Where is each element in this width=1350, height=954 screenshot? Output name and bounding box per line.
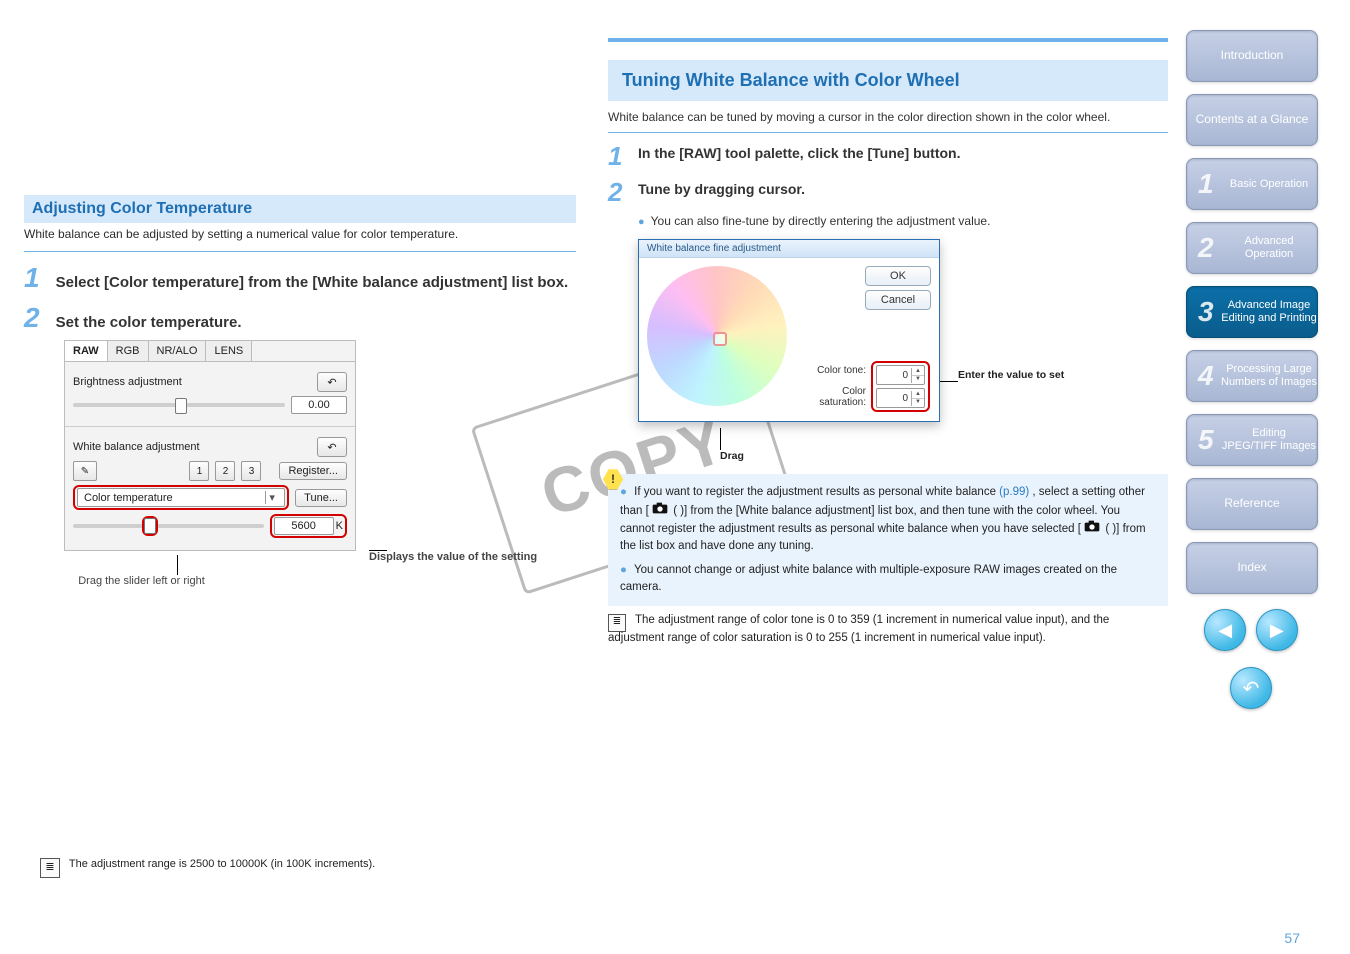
nav-index[interactable]: Index bbox=[1186, 542, 1318, 594]
nav-introduction[interactable]: Introduction bbox=[1186, 30, 1318, 82]
spinner-arrows[interactable]: ▲▼ bbox=[911, 368, 924, 383]
color-temp-slider[interactable] bbox=[73, 524, 264, 528]
step-1-text: Select [Color temperature] from the [Whi… bbox=[56, 274, 569, 291]
step-2-text: Set the color temperature. bbox=[56, 314, 242, 331]
undo-icon: ↶ bbox=[327, 376, 336, 389]
callout-slider: Drag the slider left or right bbox=[64, 575, 219, 587]
note-icon: ≣ bbox=[40, 858, 60, 878]
warning-icon: ! bbox=[602, 468, 622, 488]
tip-text-right: The adjustment range of color tone is 0 … bbox=[608, 614, 1109, 644]
nav-label: Index bbox=[1237, 561, 1266, 575]
callout-drag: Drag bbox=[720, 450, 744, 462]
tip-note-right: ≣ The adjustment range of color tone is … bbox=[608, 614, 1168, 644]
temp-unit: K bbox=[336, 520, 343, 532]
tab-rgb[interactable]: RGB bbox=[108, 341, 149, 361]
triangle-left-icon: ◀ bbox=[1218, 620, 1232, 641]
register-button[interactable]: Register... bbox=[279, 462, 347, 480]
step-number-2: 2 bbox=[24, 302, 52, 334]
triangle-right-icon: ▶ bbox=[1270, 620, 1284, 641]
slider-thumb[interactable] bbox=[144, 518, 156, 534]
nav-label: Reference bbox=[1224, 497, 1279, 511]
note-icon: ≣ bbox=[608, 614, 626, 632]
brightness-label: Brightness adjustment bbox=[73, 376, 311, 388]
tab-nralo[interactable]: NR/ALO bbox=[149, 341, 207, 361]
next-page-button[interactable]: ▶ bbox=[1256, 609, 1298, 651]
ok-button[interactable]: OK bbox=[865, 266, 931, 286]
section-heading-color-temp: Adjusting Color Temperature bbox=[24, 195, 576, 223]
section-intro: White balance can be tuned by moving a c… bbox=[608, 109, 1168, 126]
wb-preset-2[interactable]: 2 bbox=[215, 461, 235, 481]
prev-page-button[interactable]: ◀ bbox=[1204, 609, 1246, 651]
nav-contents[interactable]: Contents at a Glance bbox=[1186, 94, 1318, 146]
brightness-slider[interactable] bbox=[73, 403, 285, 407]
wb-dropdown[interactable]: Color temperature ▾ bbox=[77, 488, 285, 507]
nav-label: Introduction bbox=[1221, 49, 1284, 63]
caution-panel: ! ● If you want to register the adjustme… bbox=[608, 474, 1168, 606]
step-number-2: 2 bbox=[608, 177, 638, 208]
tab-raw[interactable]: RAW bbox=[65, 341, 108, 361]
callout-enter-title: Enter the value to set bbox=[958, 369, 1148, 381]
wb-fine-adjust-dialog: White balance fine adjustment OK Cancel … bbox=[638, 239, 940, 422]
tune-button[interactable]: Tune... bbox=[295, 489, 347, 507]
wb-preset-1[interactable]: 1 bbox=[189, 461, 209, 481]
tool-palette: RAW RGB NR/ALO LENS Brightness adjustmen… bbox=[64, 340, 356, 551]
page-link-99[interactable]: (p.99) bbox=[999, 486, 1029, 498]
nav-label: Contents at a Glance bbox=[1196, 113, 1309, 127]
brightness-reset-button[interactable]: ↶ bbox=[317, 372, 347, 392]
divider bbox=[608, 132, 1168, 133]
tab-lens[interactable]: LENS bbox=[206, 341, 252, 361]
undo-icon: ↶ bbox=[327, 441, 336, 454]
dialog-title: White balance fine adjustment bbox=[639, 240, 939, 258]
eyedropper-icon: ✎ bbox=[81, 466, 89, 477]
color-temp-value[interactable]: 5600 bbox=[274, 517, 334, 535]
color-tone-input[interactable]: 0▲▼ bbox=[876, 365, 925, 385]
chevron-down-icon: ▾ bbox=[265, 491, 278, 504]
spinner-arrows[interactable]: ▲▼ bbox=[911, 391, 924, 406]
section-heading-color-wheel: Tuning White Balance with Color Wheel bbox=[608, 60, 1168, 101]
nav-chapter-4[interactable]: 4Processing Large Numbers of Images bbox=[1186, 350, 1318, 402]
nav-chapter-5[interactable]: 5EditingJPEG/TIFF Images bbox=[1186, 414, 1318, 466]
section-description: White balance can be adjusted by setting… bbox=[24, 227, 576, 241]
eyedropper-button[interactable]: ✎ bbox=[73, 461, 97, 481]
step2-note: You can also fine-tune by directly enter… bbox=[651, 214, 991, 228]
color-saturation-input[interactable]: 0▲▼ bbox=[876, 388, 925, 408]
caution-line2: You cannot change or adjust white balanc… bbox=[620, 564, 1117, 593]
callout-value-title: Displays the value of the setting bbox=[369, 551, 569, 563]
color-sat-label: Color saturation: bbox=[795, 380, 870, 413]
back-button[interactable]: ↶ bbox=[1230, 667, 1272, 709]
color-sat-value: 0 bbox=[877, 393, 911, 404]
nav-chapter-2[interactable]: 2Advanced Operation bbox=[1186, 222, 1318, 274]
page-number: 57 bbox=[1284, 930, 1300, 946]
step-2-text: Tune by dragging cursor. bbox=[638, 177, 805, 208]
divider bbox=[24, 251, 576, 252]
slider-thumb[interactable] bbox=[175, 398, 187, 414]
wb-preset-3[interactable]: 3 bbox=[241, 461, 261, 481]
bullet-icon bbox=[638, 214, 651, 228]
color-tone-value: 0 bbox=[877, 370, 911, 381]
wb-reset-button[interactable]: ↶ bbox=[317, 437, 347, 457]
color-wheel[interactable] bbox=[647, 266, 787, 406]
color-tone-label: Color tone: bbox=[795, 360, 870, 380]
wb-label: White balance adjustment bbox=[73, 441, 311, 453]
nav-chapter-1[interactable]: 1Basic Operation bbox=[1186, 158, 1318, 210]
tip-text-left: The adjustment range is 2500 to 10000K (… bbox=[69, 858, 375, 870]
nav-reference[interactable]: Reference bbox=[1186, 478, 1318, 530]
step-number-1: 1 bbox=[608, 141, 638, 172]
camera-icon bbox=[652, 502, 670, 520]
step-number-1: 1 bbox=[24, 262, 52, 294]
cancel-button[interactable]: Cancel bbox=[865, 290, 931, 310]
color-wheel-cursor[interactable] bbox=[713, 332, 727, 346]
camera-icon bbox=[1084, 520, 1102, 538]
wb-dropdown-value: Color temperature bbox=[84, 492, 173, 504]
tip-note-left: ≣ The adjustment range is 2500 to 10000K… bbox=[40, 858, 560, 878]
brightness-value[interactable]: 0.00 bbox=[291, 396, 347, 414]
step-1-text: In the [RAW] tool palette, click the [Tu… bbox=[638, 141, 961, 172]
top-rule bbox=[608, 38, 1168, 42]
nav-chapter-3[interactable]: 3Advanced ImageEditing and Printing bbox=[1186, 286, 1318, 338]
undo-icon: ↶ bbox=[1243, 676, 1260, 701]
